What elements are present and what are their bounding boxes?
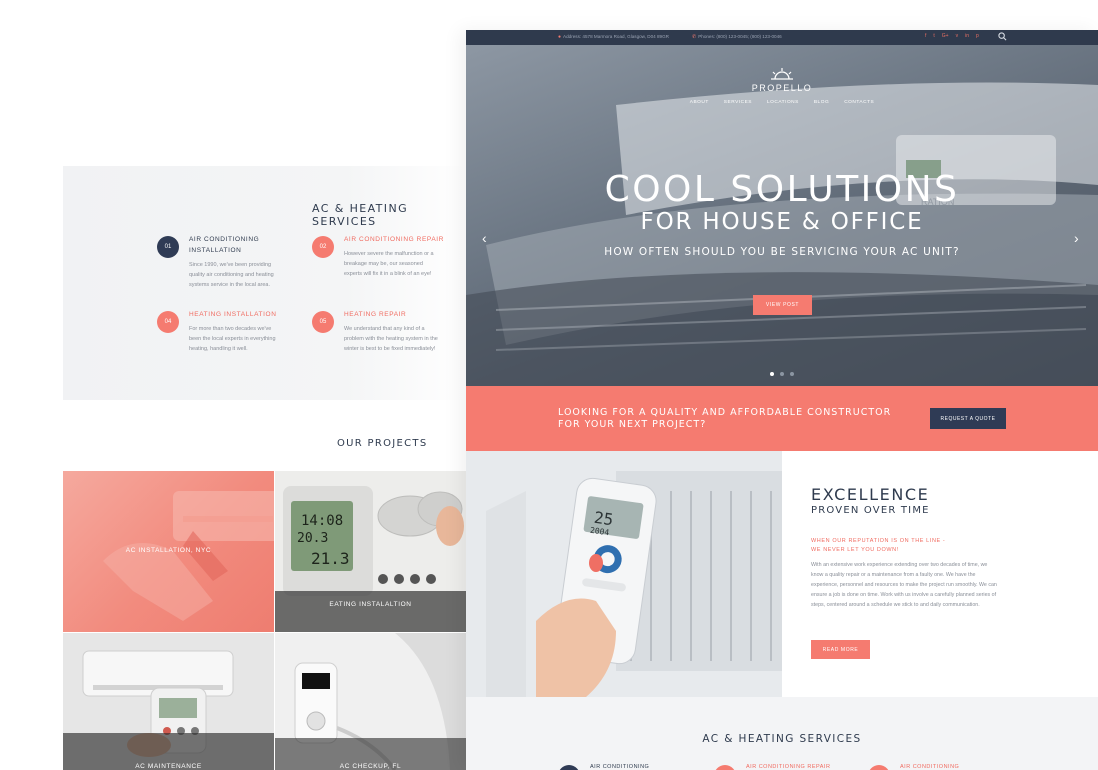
search-icon[interactable]: [998, 32, 1007, 41]
slide-dot[interactable]: [790, 372, 794, 376]
nav-item-blog[interactable]: BLOG: [814, 100, 829, 105]
service-title[interactable]: HEATING REPAIR: [344, 309, 454, 320]
project-label: AC INSTALLATION, NYC: [125, 547, 212, 554]
phone-text: ✆ Phones: (800) 123-0045; (800) 123-0046: [692, 34, 782, 40]
social-links: f t G+ v in p: [925, 33, 979, 39]
service-number: [558, 765, 580, 770]
project-label: AC MAINTENANCE: [135, 763, 202, 770]
service-text: Since 1990, we've been providing quality…: [189, 262, 274, 288]
services-title: AC & HEATING SERVICES: [312, 202, 408, 228]
service-number: 01: [157, 236, 179, 258]
twitter-icon[interactable]: t: [933, 33, 934, 39]
service-title[interactable]: AIR CONDITIONING REPAIR: [746, 764, 830, 770]
service-number: 05: [312, 311, 334, 333]
top-bar: ● Address: 4578 Marmora Road, Glasgow, D0…: [466, 30, 1098, 45]
projects-title: OUR PROJECTS: [337, 438, 428, 449]
project-tile[interactable]: 14:08 20.3 21.3 EATING INSTALALTION: [275, 471, 466, 632]
project-tile[interactable]: AC INSTALLATION, NYC: [63, 471, 274, 632]
service-text: For more than two decades we've been the…: [189, 326, 276, 352]
prev-slide-icon[interactable]: ‹: [482, 231, 492, 245]
project-tile[interactable]: AC CHECKUP, FL: [275, 633, 466, 770]
address-text: ● Address: 4578 Marmora Road, Glasgow, D0…: [558, 34, 669, 40]
service-text: However severe the malfunction or a brea…: [344, 251, 434, 277]
thermostat-temp: 21.3: [311, 549, 350, 568]
linkedin-icon[interactable]: in: [965, 33, 969, 39]
service-number: 02: [312, 236, 334, 258]
service-item[interactable]: 02 AIR CONDITIONING REPAIR However sever…: [312, 236, 462, 296]
excellence-subtitle: PROVEN OVER TIME: [811, 505, 930, 516]
hero-question: HOW OFTEN SHOULD YOU BE SERVICING YOUR A…: [604, 246, 960, 258]
thermostat-temp: 20.3: [297, 531, 329, 546]
service-item[interactable]: 01 AIR CONDITIONING INSTALLATION Since 1…: [157, 236, 307, 296]
request-quote-button[interactable]: REQUEST A QUOTE: [930, 408, 1006, 429]
facebook-icon[interactable]: f: [925, 33, 926, 39]
project-label: EATING INSTALALTION: [329, 601, 412, 608]
main-nav: ABOUT SERVICES LOCATIONS BLOG CONTACTS: [466, 100, 1098, 105]
slide-dot[interactable]: [780, 372, 784, 376]
nav-item-contacts[interactable]: CONTACTS: [844, 100, 874, 105]
service-title[interactable]: AIR CONDITIONING REPAIR: [344, 234, 454, 245]
cta-text: LOOKING FOR A QUALITY AND AFFORDABLE CON…: [558, 407, 892, 430]
excellence-tagline: WHEN OUR REPUTATION IS ON THE LINE - WE …: [811, 538, 946, 553]
services-section: AC & HEATING SERVICES 01 AIR CONDITIONIN…: [63, 166, 466, 400]
vimeo-icon[interactable]: v: [956, 33, 959, 39]
service-item[interactable]: 05 HEATING REPAIR We understand that any…: [312, 311, 462, 371]
service-text: We understand that any kind of a problem…: [344, 326, 438, 352]
nav-item-locations[interactable]: LOCATIONS: [767, 100, 799, 105]
projects-grid: AC INSTALLATION, NYC 14:08 20.3 21.3 EAT…: [63, 471, 466, 770]
phone-icon: ✆: [692, 34, 697, 40]
slide-dot[interactable]: [770, 372, 774, 376]
service-number: [868, 765, 890, 770]
service-number: [714, 765, 736, 770]
service-item[interactable]: 04 HEATING INSTALLATION For more than tw…: [157, 311, 307, 371]
secondary-page-preview: AC & HEATING SERVICES 01 AIR CONDITIONIN…: [63, 166, 466, 770]
map-pin-icon: ●: [558, 34, 562, 40]
template-showcase: AC & HEATING SERVICES 01 AIR CONDITIONIN…: [0, 0, 1098, 770]
remote-illustration: [466, 451, 782, 697]
remote-control-image: 25 2004: [466, 451, 782, 697]
hero-slider: RATION PROPELLO ABOUT SERVICES LOCATIONS: [466, 45, 1098, 386]
cta-banner: LOOKING FOR A QUALITY AND AFFORDABLE CON…: [466, 386, 1098, 451]
hero-title: COOL SOLUTIONS: [604, 169, 960, 210]
slider-dots: [770, 372, 794, 376]
service-number: 04: [157, 311, 179, 333]
service-title[interactable]: HEATING INSTALLATION: [189, 309, 299, 320]
nav-item-about[interactable]: ABOUT: [690, 100, 709, 105]
read-more-button[interactable]: READ MORE: [811, 640, 870, 659]
maintenance-illustration: [63, 633, 274, 770]
project-label: AC CHECKUP, FL: [339, 763, 402, 770]
google-plus-icon[interactable]: G+: [942, 33, 949, 39]
project-tile[interactable]: AC MAINTENANCE: [63, 633, 274, 770]
excellence-title: EXCELLENCE: [811, 485, 930, 504]
brand-logo[interactable]: PROPELLO: [466, 67, 1098, 93]
view-post-button[interactable]: VIEW POST: [753, 295, 812, 315]
nav-item-services[interactable]: SERVICES: [724, 100, 752, 105]
hero-subtitle: FOR HOUSE & OFFICE: [640, 209, 924, 235]
thermostat-time: 14:08: [301, 513, 344, 529]
sun-logo-icon: [771, 68, 793, 80]
services-title: AC & HEATING SERVICES: [702, 733, 862, 745]
main-page-preview: ● Address: 4578 Marmora Road, Glasgow, D0…: [466, 30, 1098, 770]
service-title[interactable]: AIR CONDITIONING: [590, 764, 649, 770]
checkup-illustration: [275, 633, 466, 770]
service-title[interactable]: AIR CONDITIONING INSTALLATION: [189, 234, 299, 256]
next-slide-icon[interactable]: ›: [1074, 231, 1084, 245]
pinterest-icon[interactable]: p: [976, 33, 979, 39]
services-section-bottom: AC & HEATING SERVICES AIR CONDITIONING A…: [466, 697, 1098, 770]
service-title[interactable]: AIR CONDITIONING: [900, 764, 959, 770]
excellence-body: With an extensive work experience extend…: [811, 562, 997, 608]
